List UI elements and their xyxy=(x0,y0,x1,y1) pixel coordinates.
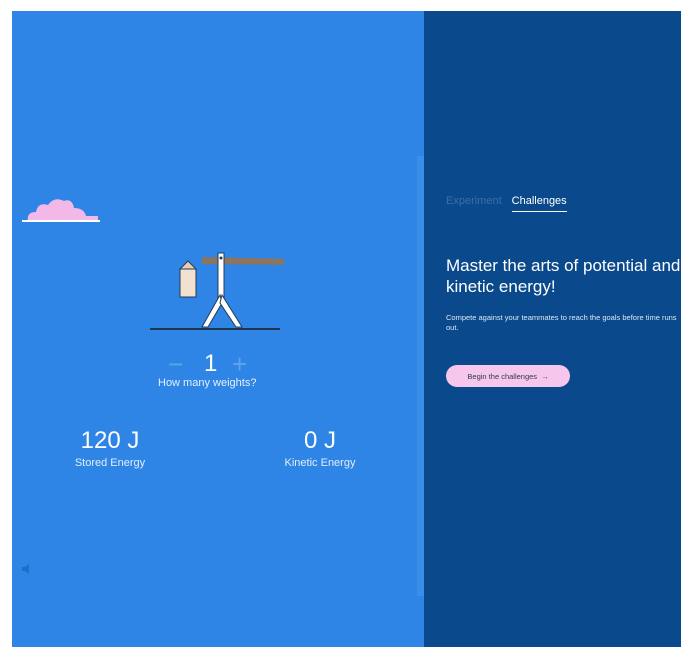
catapult-illustration xyxy=(150,249,308,338)
moon-icon xyxy=(94,182,114,215)
begin-challenges-label: Begin the challenges xyxy=(467,371,538,381)
kinetic-energy: 0 J Kinetic Energy xyxy=(260,427,380,469)
panel-description: Compete against your teammates to reach … xyxy=(446,313,677,332)
weights-label: How many weights? xyxy=(158,377,257,389)
decrease-weights-button[interactable]: − xyxy=(168,349,183,379)
tab-experiment[interactable]: Experiment xyxy=(446,195,502,212)
app-stage: − 1 + How many weights? 120 J Stored Ene… xyxy=(12,11,681,647)
panel-divider xyxy=(417,156,424,596)
panel-tabs: Experiment Challenges xyxy=(446,195,567,212)
arrow-right-icon: → xyxy=(541,371,549,381)
weights-count: 1 xyxy=(204,350,218,377)
increase-weights-button[interactable]: + xyxy=(232,349,247,379)
stored-energy: 120 J Stored Energy xyxy=(50,427,170,469)
stored-energy-label: Stored Energy xyxy=(74,457,146,469)
kinetic-energy-label: Kinetic Energy xyxy=(284,457,356,469)
panel-headline: Master the arts of potential and kinetic… xyxy=(446,256,681,296)
cloud-icon xyxy=(22,186,102,231)
begin-challenges-button[interactable]: Begin the challenges → xyxy=(446,365,570,387)
speaker-icon[interactable] xyxy=(22,562,32,580)
tab-challenges[interactable]: Challenges xyxy=(511,195,567,212)
stored-energy-value: 120 J xyxy=(80,427,140,454)
kinetic-energy-value: 0 J xyxy=(303,427,336,454)
